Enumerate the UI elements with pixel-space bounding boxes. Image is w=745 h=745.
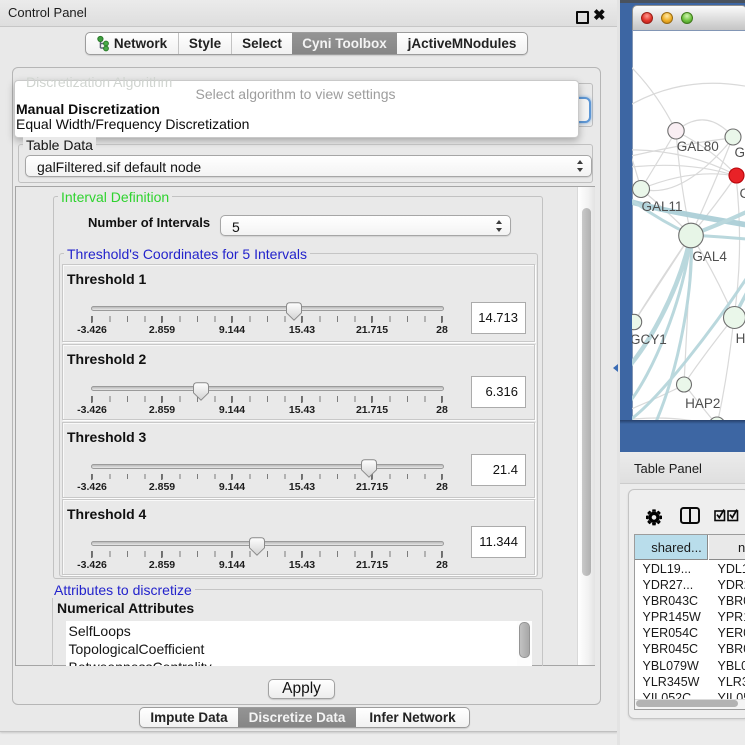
svg-text:C: C: [740, 186, 745, 201]
svg-text:GAL4: GAL4: [692, 249, 727, 264]
svg-text:GAL11: GAL11: [642, 199, 683, 214]
svg-text:H: H: [736, 331, 745, 346]
svg-text:HAP2: HAP2: [685, 396, 720, 411]
svg-text:GCY1: GCY1: [632, 332, 667, 347]
svg-text:GAL80: GAL80: [677, 139, 719, 154]
svg-text:GA: GA: [735, 145, 745, 160]
